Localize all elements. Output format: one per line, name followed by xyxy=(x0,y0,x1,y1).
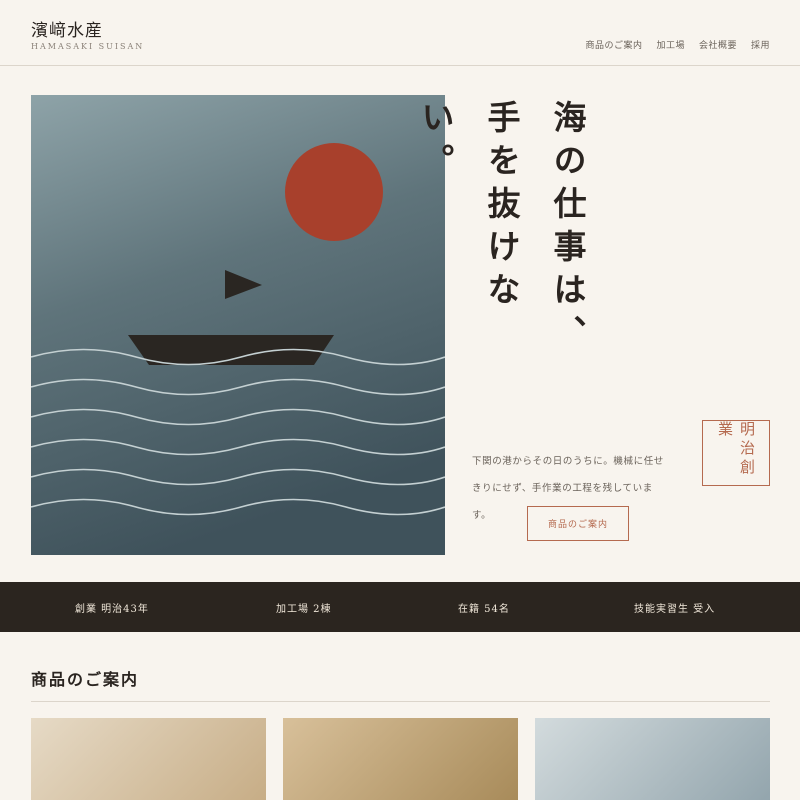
nav-item-products[interactable]: 商品のご案内 xyxy=(585,38,642,51)
logo-title[interactable]: 濱﨑水産 xyxy=(31,16,103,41)
product-card-2[interactable] xyxy=(283,718,518,800)
products-button[interactable]: 商品のご案内 xyxy=(527,506,629,541)
sun-icon xyxy=(285,143,383,241)
founded-seal: 明治創業 xyxy=(702,420,770,486)
product-card-3[interactable] xyxy=(535,718,770,800)
sea-background xyxy=(31,95,445,555)
stat-trainees: 技能実習生 受入 xyxy=(634,603,716,615)
stat-founded: 創業 明治43年 xyxy=(75,603,149,615)
logo-subtitle: HAMASAKI SUISAN xyxy=(31,42,145,51)
nav-item-company[interactable]: 会社概要 xyxy=(699,38,737,51)
nav-item-recruit[interactable]: 採用 xyxy=(751,38,770,51)
stat-factories: 加工場 2棟 xyxy=(276,603,332,615)
hero-illustration xyxy=(31,95,445,555)
hero-heading: 海の仕事は、手を抜けない。 xyxy=(416,100,587,358)
section-divider xyxy=(31,701,770,702)
site-header: 濱﨑水産 HAMASAKI SUISAN 商品のご案内 加工場 会社概要 採用 xyxy=(0,0,800,66)
main-nav: 商品のご案内 加工場 会社概要 採用 xyxy=(585,38,770,51)
product-card-1[interactable] xyxy=(31,718,266,800)
nav-item-factory[interactable]: 加工場 xyxy=(656,38,685,51)
section-title: 商品のご案内 xyxy=(31,670,140,689)
stat-employees: 在籍 54名 xyxy=(458,603,510,615)
stats-band: 創業 明治43年 加工場 2棟 在籍 54名 技能実習生 受入 xyxy=(0,582,800,632)
